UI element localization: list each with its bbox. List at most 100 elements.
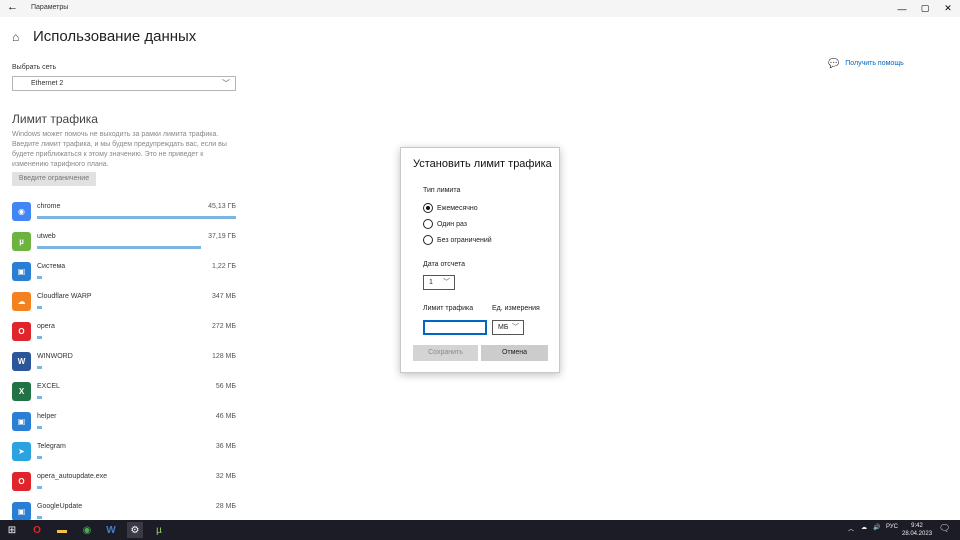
usage-bar-track [37, 426, 236, 429]
usage-bar-track [37, 396, 236, 399]
language-indicator[interactable]: РУС [886, 524, 898, 530]
utweb-icon[interactable]: µ [151, 522, 167, 538]
usage-bar [37, 246, 201, 249]
taskbar: ⊞ O ▬ ◉ W ⚙ µ ︿ ☁ 🔊 РУС 9:42 28.04.2023 … [0, 520, 960, 540]
app-usage-row: ◉ chrome 45,13 ГБ [12, 200, 238, 230]
usage-bar-track [37, 516, 236, 519]
cloudflare-icon: ☁ [12, 292, 31, 311]
chevron-down-icon: ﹀ [512, 324, 519, 331]
unit-label: Ед. измерения [492, 305, 540, 312]
usage-bar-track [37, 336, 236, 339]
word-icon[interactable]: W [103, 522, 119, 538]
usage-bar-track [37, 276, 236, 279]
maximize-button[interactable]: ▢ [913, 0, 937, 17]
notifications-icon[interactable]: 🗨 [939, 523, 950, 534]
onedrive-cloud-icon[interactable]: ☁ [861, 524, 867, 531]
app-data-size: 37,19 ГБ [208, 233, 236, 240]
clock[interactable]: 9:42 28.04.2023 [902, 522, 932, 538]
close-button[interactable]: ✕ [936, 0, 960, 17]
helper-icon: ▣ [12, 412, 31, 431]
chevron-down-icon: ﹀ [222, 79, 230, 88]
usage-bar-track [37, 456, 236, 459]
word-icon: W [12, 352, 31, 371]
limit-type-label: Тип лимита [423, 187, 461, 194]
network-label: Выбрать сеть [12, 64, 57, 71]
usage-bar-track [37, 216, 236, 219]
show-hidden-icons-chevron-icon[interactable]: ︿ [848, 524, 854, 533]
help-chat-icon: 💬 [828, 58, 840, 68]
app-usage-row: ▣ Система 1,22 ГБ [12, 260, 238, 290]
app-data-size: 46 МБ [215, 413, 236, 420]
radio-label: Ежемесячно [437, 204, 478, 212]
app-usage-row: ▣ helper 46 МБ [12, 410, 238, 440]
title-bar: ← Параметры — ▢ ✕ [0, 0, 960, 17]
app-name: Система [37, 263, 66, 270]
app-name: GoogleUpdate [37, 503, 83, 510]
network-select[interactable]: Ethernet 2 ﹀ [12, 76, 236, 91]
app-name: WINWORD [37, 353, 73, 360]
radio-unlimited[interactable]: Без ограничений [423, 235, 492, 245]
app-data-size: 45,13 ГБ [208, 203, 236, 210]
chrome-icon: ◉ [12, 202, 31, 221]
opera-update-icon: O [12, 472, 31, 491]
minimize-button[interactable]: — [890, 0, 914, 17]
radio-label: Один раз [437, 220, 468, 228]
unit-select-value: МБ [498, 324, 509, 331]
app-name: Telegram [37, 443, 66, 450]
usage-bar [37, 216, 236, 219]
app-usage-row: W WINWORD 128 МБ [12, 350, 238, 380]
volume-icon[interactable]: 🔊 [873, 524, 880, 531]
app-name: opera [37, 323, 55, 330]
save-button[interactable]: Сохранить [413, 345, 478, 361]
radio-monthly[interactable]: Ежемесячно [423, 203, 478, 213]
app-usage-row: Oopera 272 МБ [12, 320, 238, 350]
radio-circle [423, 203, 433, 213]
chevron-down-icon: ﹀ [443, 279, 450, 286]
app-usage-row: µ utweb 37,19 ГБ [12, 230, 238, 260]
app-name: utweb [37, 233, 56, 240]
usage-bar-track [37, 366, 236, 369]
radio-one-time[interactable]: Один раз [423, 219, 467, 229]
app-data-size: 36 МБ [215, 443, 236, 450]
traffic-limit-input[interactable] [423, 320, 487, 335]
system-icon: ▣ [12, 262, 31, 281]
usage-bar [37, 396, 42, 399]
windows-start-icon[interactable]: ⊞ [4, 522, 20, 538]
dialog-title: Установить лимит трафика [413, 158, 552, 170]
traffic-limit-heading: Лимит трафика [12, 112, 98, 126]
cancel-button[interactable]: Отмена [481, 345, 548, 361]
unit-select[interactable]: МБ ﹀ [492, 320, 524, 335]
get-help-link[interactable]: 💬 Получить помощь [828, 58, 904, 69]
radio-circle [423, 235, 433, 245]
app-name: helper [37, 413, 57, 420]
app-usage-row: X EXCEL 56 МБ [12, 380, 238, 410]
home-icon[interactable]: ⌂ [12, 30, 26, 44]
back-arrow-icon[interactable]: ← [7, 1, 18, 13]
reset-date-select[interactable]: 1 ﹀ [423, 275, 455, 290]
clock-time: 9:42 [911, 523, 923, 529]
network-select-value: Ethernet 2 [31, 80, 64, 87]
usage-bar [37, 276, 43, 279]
app-name: opera_autoupdate.exe [37, 473, 108, 480]
enter-limit-button[interactable]: Введите ограничение [12, 172, 96, 186]
radio-circle [423, 219, 433, 229]
chrome-icon[interactable]: ◉ [79, 522, 95, 538]
page-header: ⌂ Использование данных [12, 28, 196, 45]
usage-bar [37, 336, 42, 339]
telegram-icon: ➤ [12, 442, 31, 461]
app-data-size: 56 МБ [215, 383, 236, 390]
app-data-size: 128 МБ [211, 353, 236, 360]
traffic-limit-description: Windows может помочь не выходить за рамк… [12, 131, 227, 168]
app-name: EXCEL [37, 383, 60, 390]
opera-icon[interactable]: O [29, 522, 45, 538]
clock-date: 28.04.2023 [902, 531, 933, 537]
page-title: Использование данных [33, 28, 197, 45]
app-name: chrome [37, 203, 61, 210]
get-help-label: Получить помощь [845, 60, 904, 67]
app-data-size: 347 МБ [211, 293, 236, 300]
usage-bar-track [37, 486, 236, 489]
google-update-icon: ▣ [12, 502, 31, 521]
file-explorer-icon[interactable]: ▬ [54, 522, 70, 538]
settings-icon[interactable]: ⚙ [127, 522, 143, 538]
usage-bar-track [37, 306, 236, 309]
